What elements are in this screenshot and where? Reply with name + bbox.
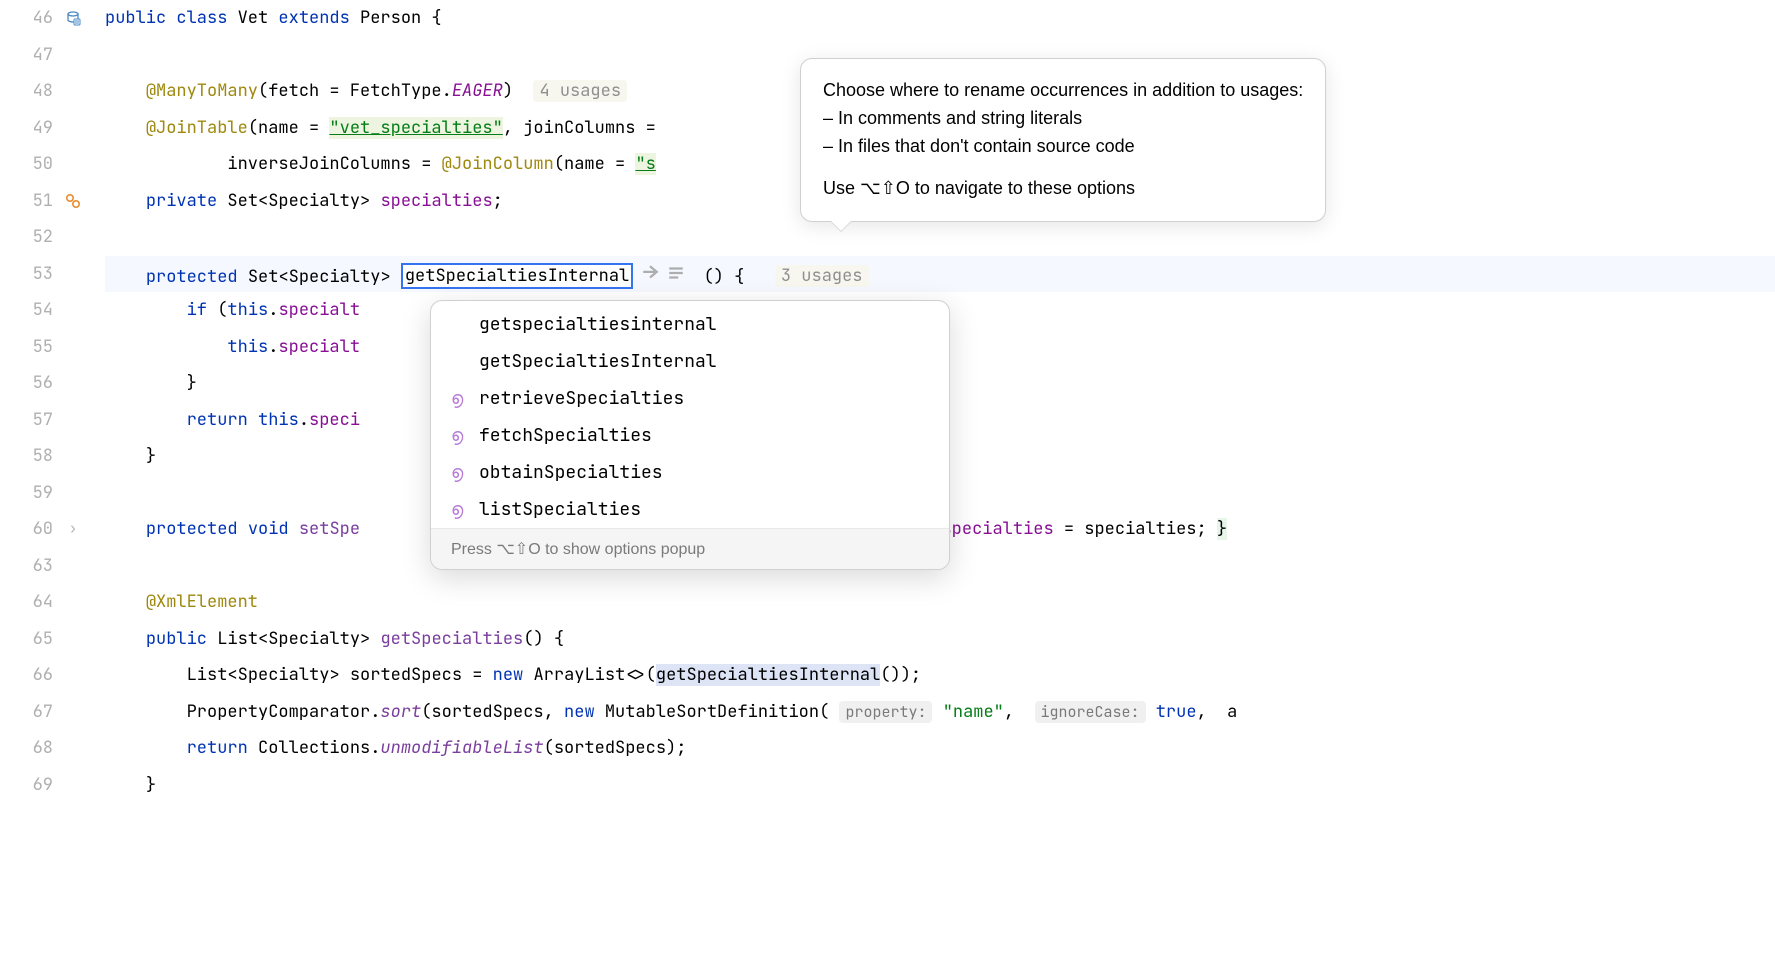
- line-number: 67: [33, 694, 53, 731]
- line-number: 58: [33, 438, 53, 475]
- tooltip-line: Use ⌥⇧O to navigate to these options: [823, 175, 1303, 203]
- tooltip-line: – In files that don't contain source cod…: [823, 133, 1303, 161]
- code-line: @XmlElement: [105, 584, 1775, 621]
- line-number: 63: [33, 548, 53, 585]
- ai-icon: ൭: [451, 387, 469, 410]
- code-line: }: [105, 767, 1775, 804]
- line-number: 50: [33, 146, 53, 183]
- rename-suggestions-popup: getspecialtiesinternal getSpecialtiesInt…: [430, 300, 950, 570]
- suggestion-item[interactable]: ൭ listSpecialties: [431, 491, 949, 528]
- ai-icon: ൭: [451, 461, 469, 484]
- tooltip-line: Choose where to rename occurrences in ad…: [823, 77, 1303, 105]
- suggestion-item[interactable]: getspecialtiesinternal: [431, 301, 949, 343]
- suggestion-item[interactable]: ൭ retrieveSpecialties: [431, 380, 949, 417]
- code-line-active: protected Set<Specialty> getSpecialtiesI…: [105, 256, 1775, 293]
- line-number: 54: [33, 292, 53, 329]
- code-editor: 46 47 48 49 50 51 52 53 54 55 56 57 58 5…: [0, 0, 1775, 978]
- usage-hint[interactable]: 3 usages: [775, 265, 869, 287]
- suggestion-text: getspecialtiesinternal: [479, 313, 717, 336]
- fold-icon[interactable]: ›: [61, 511, 85, 548]
- comment-option-icon[interactable]: [641, 259, 659, 296]
- suggestion-item[interactable]: ൭ fetchSpecialties: [431, 417, 949, 454]
- param-hint: property:: [839, 701, 932, 723]
- line-number: 59: [33, 475, 53, 512]
- code-line: return Collections.unmodifiableList(sort…: [105, 730, 1775, 767]
- line-number: 60: [33, 511, 53, 548]
- line-number: 49: [33, 110, 53, 147]
- code-line: PropertyComparator.sort(sortedSpecs, new…: [105, 694, 1775, 731]
- code-line: public List<Specialty> getSpecialties() …: [105, 621, 1775, 658]
- line-number: 65: [33, 621, 53, 658]
- line-number: 51: [33, 183, 53, 220]
- code-line: List<Specialty> sortedSpecs = new ArrayL…: [105, 657, 1775, 694]
- suggestion-text: retrieveSpecialties: [479, 387, 684, 410]
- suggestion-text: getSpecialtiesInternal: [479, 350, 717, 373]
- line-number: 53: [33, 256, 53, 293]
- gutter: 46 47 48 49 50 51 52 53 54 55 56 57 58 5…: [0, 0, 95, 978]
- ai-icon: ൭: [451, 498, 469, 521]
- db-icon[interactable]: [61, 10, 85, 26]
- rename-input[interactable]: getSpecialtiesInternal: [401, 263, 633, 289]
- rename-tooltip: Choose where to rename occurrences in ad…: [800, 58, 1326, 222]
- line-number: 48: [33, 73, 53, 110]
- usage-hint[interactable]: 4 usages: [533, 80, 627, 102]
- usage-occurrence: getSpecialtiesInternal: [656, 664, 880, 686]
- param-hint: ignoreCase:: [1035, 701, 1146, 723]
- code-line: [105, 219, 1775, 256]
- suggestion-item[interactable]: ൭ obtainSpecialties: [431, 454, 949, 491]
- line-number: 57: [33, 402, 53, 439]
- tooltip-line: – In comments and string literals: [823, 105, 1303, 133]
- line-number: 64: [33, 584, 53, 621]
- line-number: 69: [33, 767, 53, 804]
- line-number: 46: [33, 0, 53, 37]
- related-icon[interactable]: [61, 193, 85, 209]
- line-number: 66: [33, 657, 53, 694]
- line-number: 55: [33, 329, 53, 366]
- line-number: 56: [33, 365, 53, 402]
- suggestion-text: obtainSpecialties: [479, 461, 663, 484]
- suggestion-text: fetchSpecialties: [479, 424, 652, 447]
- suggestion-footer: Press ⌥⇧O to show options popup: [431, 528, 949, 569]
- textfile-option-icon[interactable]: [667, 259, 685, 296]
- ai-icon: ൭: [451, 424, 469, 447]
- line-number: 47: [33, 37, 53, 74]
- suggestion-text: listSpecialties: [479, 498, 641, 521]
- suggestion-item[interactable]: getSpecialtiesInternal: [431, 343, 949, 380]
- code-line: public class Vet extends Person {: [105, 0, 1775, 37]
- line-number: 52: [33, 219, 53, 256]
- line-number: 68: [33, 730, 53, 767]
